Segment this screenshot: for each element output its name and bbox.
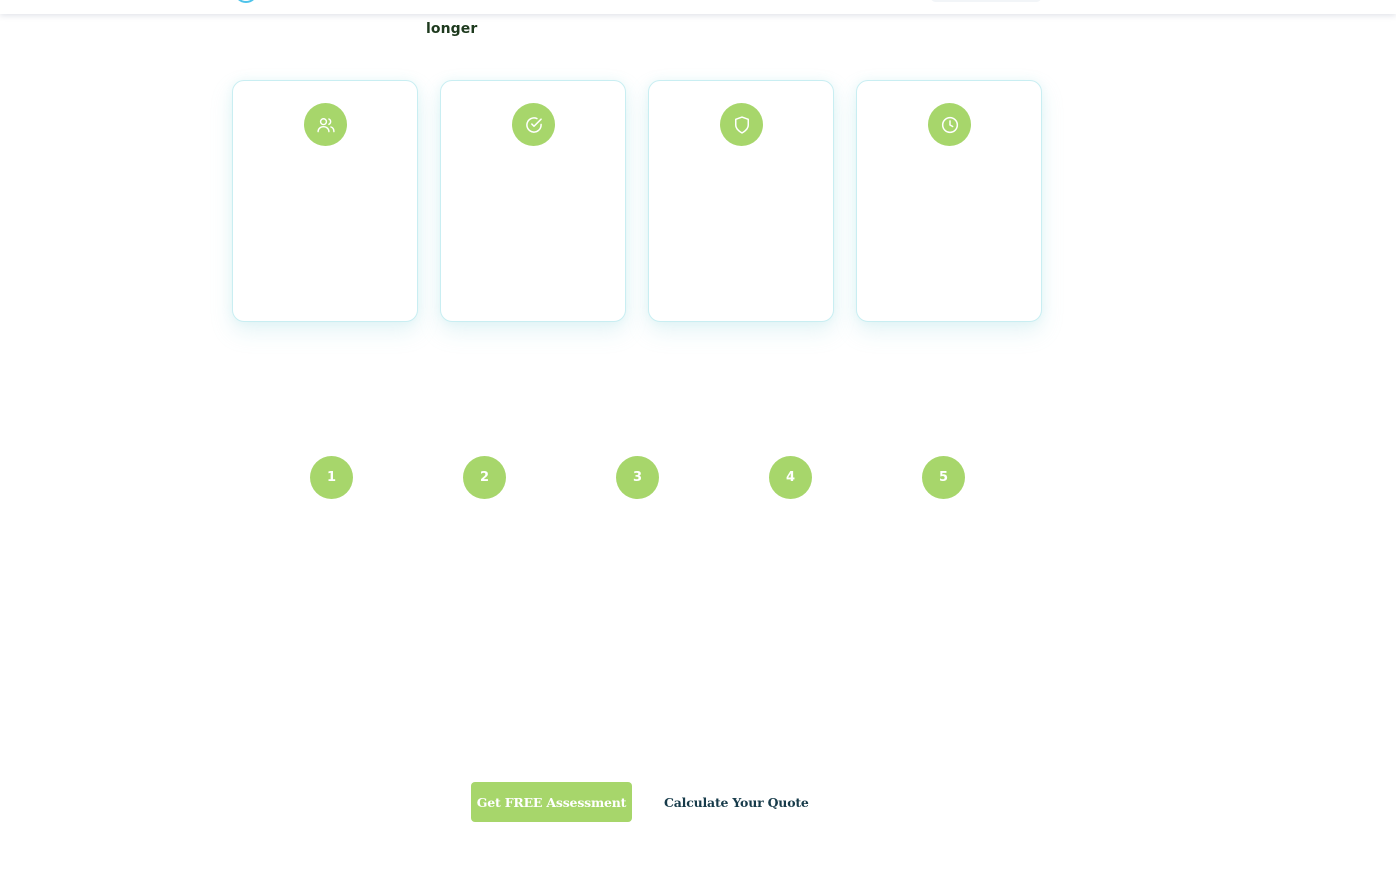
feature-card bbox=[440, 80, 626, 322]
check-circle-icon bbox=[512, 103, 555, 146]
step-marker[interactable]: 4 bbox=[769, 456, 812, 499]
step-marker[interactable]: 5 bbox=[922, 456, 965, 499]
feature-card bbox=[232, 80, 418, 322]
feature-cards bbox=[232, 80, 1044, 322]
feature-card bbox=[648, 80, 834, 322]
step-marker[interactable]: 3 bbox=[616, 456, 659, 499]
feature-card bbox=[856, 80, 1042, 322]
clock-icon bbox=[928, 103, 971, 146]
page: longer 1 2 3 4 5 Get FREE Assessment Cal… bbox=[0, 0, 1396, 884]
step-marker[interactable]: 1 bbox=[310, 456, 353, 499]
step-marker[interactable]: 2 bbox=[463, 456, 506, 499]
section-heading-fragment: longer bbox=[426, 21, 478, 37]
get-free-assessment-button[interactable]: Get FREE Assessment bbox=[471, 782, 632, 822]
header-nav-pill[interactable] bbox=[930, 0, 1042, 2]
shield-icon bbox=[720, 103, 763, 146]
users-icon bbox=[304, 103, 347, 146]
calculate-quote-link[interactable]: Calculate Your Quote bbox=[664, 782, 809, 822]
logo-icon[interactable] bbox=[234, 0, 258, 3]
site-header bbox=[0, 0, 1396, 14]
